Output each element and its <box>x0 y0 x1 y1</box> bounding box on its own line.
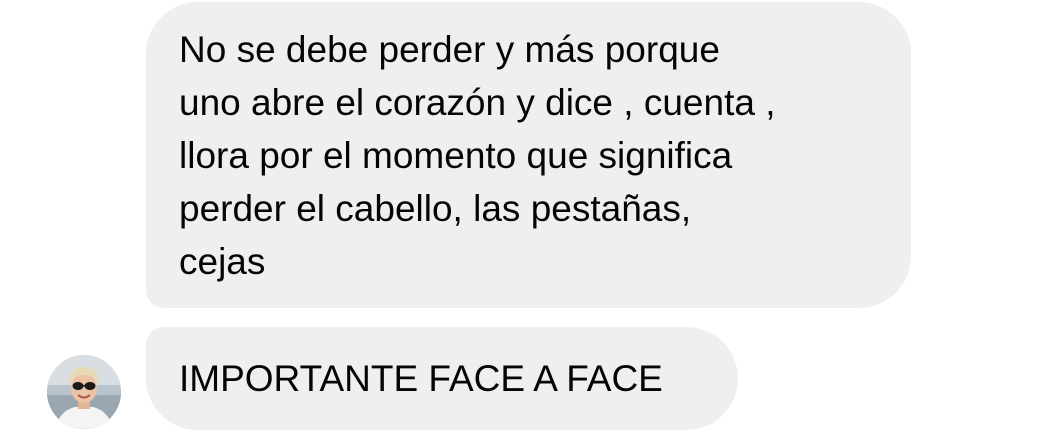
message-text-line: No se debe perder y más porque <box>179 29 720 70</box>
message-bubble[interactable]: IMPORTANTE FACE A FACE <box>146 327 738 430</box>
message-text-line: llora por el momento que significa <box>179 135 733 176</box>
message-thread: No se debe perder y más porque uno abre … <box>0 0 1038 435</box>
user-avatar-photo-icon <box>47 355 121 429</box>
message-text-line: perder el cabello, las pestañas, <box>179 188 692 229</box>
message-text-line: cejas <box>179 241 266 282</box>
message-text-line: uno abre el corazón y dice , cuenta , <box>179 82 776 123</box>
message-bubble[interactable]: No se debe perder y más porque uno abre … <box>146 2 911 308</box>
sender-avatar[interactable] <box>47 355 121 429</box>
message-text: IMPORTANTE FACE A FACE <box>179 358 663 399</box>
